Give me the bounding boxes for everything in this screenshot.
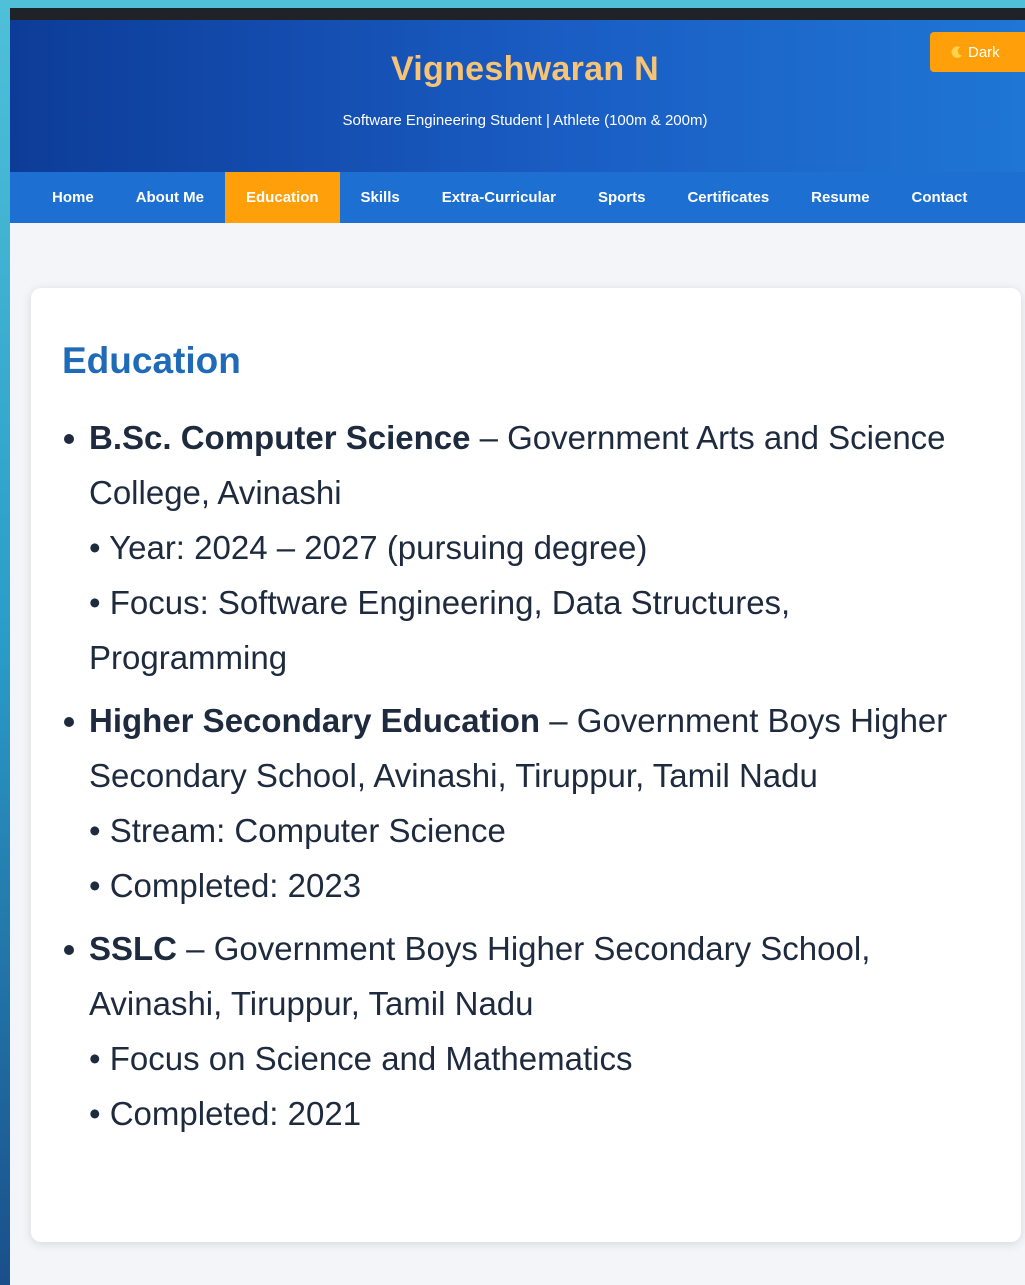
education-card: Education B.Sc. Computer Science – Gover… bbox=[31, 288, 1021, 1242]
nav-item-label: Extra-Curricular bbox=[441, 189, 556, 206]
education-entry: B.Sc. Computer Science – Government Arts… bbox=[64, 410, 989, 685]
education-list: B.Sc. Computer Science – Government Arts… bbox=[64, 410, 989, 1149]
site-subtitle: Software Engineering Student | Athlete (… bbox=[342, 112, 708, 129]
degree-title: B.Sc. Computer Science bbox=[89, 419, 471, 456]
nav-item-contact[interactable]: Contact bbox=[891, 172, 989, 223]
education-detail: • Year: 2024 – 2027 (pursuing degree) bbox=[89, 529, 648, 566]
nav-item-resume[interactable]: Resume bbox=[790, 172, 890, 223]
institution-text: – Government Boys Higher Secondary Schoo… bbox=[89, 930, 871, 1022]
nav-item-label: Home bbox=[52, 189, 94, 206]
nav-item-extra-curricular[interactable]: Extra-Curricular bbox=[421, 172, 577, 223]
dark-mode-toggle-label: Dark bbox=[968, 43, 1000, 61]
window-top-strip bbox=[10, 8, 1025, 20]
main-navigation: Home About Me Education Skills Extra-Cur… bbox=[10, 172, 1025, 223]
moon-icon bbox=[951, 46, 962, 58]
education-entry: SSLC – Government Boys Higher Secondary … bbox=[64, 921, 989, 1141]
nav-item-label: About Me bbox=[135, 189, 205, 206]
nav-item-education[interactable]: Education bbox=[225, 172, 340, 223]
dark-mode-toggle-button[interactable]: Dark bbox=[930, 32, 1025, 72]
site-title: Vigneshwaran N bbox=[390, 50, 660, 88]
education-detail: • Completed: 2023 bbox=[89, 867, 362, 904]
education-detail: • Stream: Computer Science bbox=[89, 812, 506, 849]
degree-title: SSLC bbox=[89, 930, 178, 967]
nav-item-label: Skills bbox=[360, 189, 400, 206]
education-detail: • Focus on Science and Mathematics bbox=[89, 1040, 633, 1077]
nav-item-label: Certificates bbox=[687, 189, 770, 206]
nav-item-skills[interactable]: Skills bbox=[340, 172, 421, 223]
site-header: Vigneshwaran N Software Engineering Stud… bbox=[10, 20, 1025, 172]
nav-item-label: Education bbox=[246, 189, 319, 206]
section-heading: Education bbox=[62, 340, 241, 381]
education-detail: • Completed: 2021 bbox=[89, 1095, 362, 1132]
nav-item-label: Contact bbox=[911, 189, 968, 206]
page-frame: Vigneshwaran N Software Engineering Stud… bbox=[10, 20, 1025, 1285]
nav-item-label: Sports bbox=[597, 189, 646, 206]
degree-title: Higher Secondary Education bbox=[89, 702, 541, 739]
nav-item-certificates[interactable]: Certificates bbox=[666, 172, 790, 223]
nav-item-label: Resume bbox=[811, 189, 870, 206]
nav-item-about-me[interactable]: About Me bbox=[115, 172, 225, 223]
nav-item-sports[interactable]: Sports bbox=[577, 172, 667, 223]
nav-item-home[interactable]: Home bbox=[31, 172, 115, 223]
education-detail: • Focus: Software Engineering, Data Stru… bbox=[89, 584, 791, 676]
education-entry: Higher Secondary Education – Government … bbox=[64, 693, 989, 913]
